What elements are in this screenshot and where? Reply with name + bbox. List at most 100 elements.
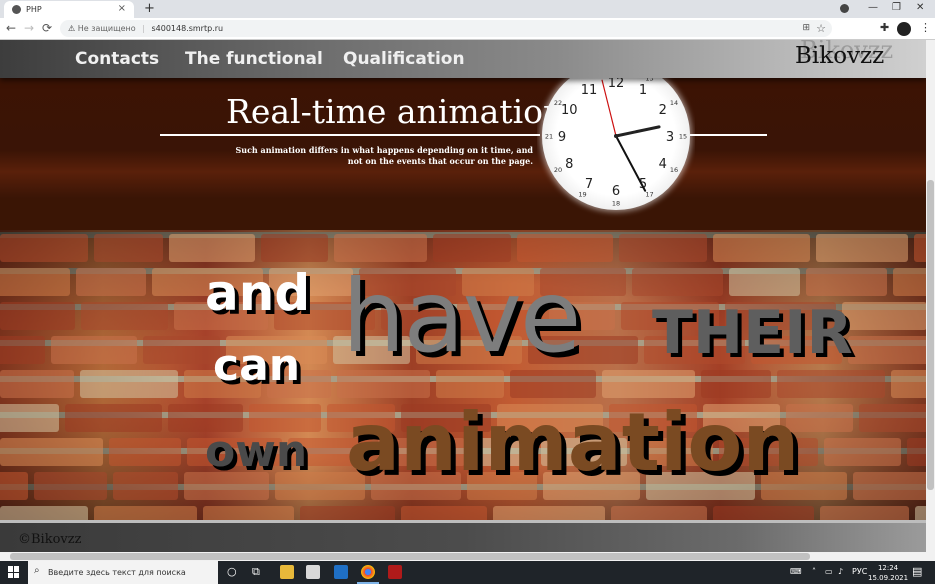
clock-24h-label: 14 bbox=[670, 99, 678, 107]
clock-hour-label: 5 bbox=[639, 177, 647, 192]
notifications-icon[interactable]: ▤ bbox=[912, 565, 922, 578]
brick bbox=[816, 234, 908, 262]
file-explorer-icon[interactable] bbox=[280, 565, 294, 579]
brick bbox=[0, 370, 74, 398]
brick bbox=[0, 302, 75, 330]
mail-icon[interactable] bbox=[334, 565, 348, 579]
analog-clock: 12 123456789101113141516171819202122 bbox=[540, 60, 692, 212]
reload-button[interactable]: ⟳ bbox=[42, 21, 52, 35]
brick bbox=[0, 234, 88, 262]
back-button[interactable]: ← bbox=[6, 21, 16, 35]
clock-hour-label: 9 bbox=[558, 130, 566, 145]
site-logo[interactable]: Bikovzz bbox=[795, 43, 884, 69]
brick bbox=[848, 336, 926, 364]
new-tab-button[interactable]: + bbox=[144, 1, 155, 16]
brick bbox=[169, 234, 255, 262]
chrome-icon[interactable] bbox=[361, 565, 375, 579]
windows-start-icon[interactable] bbox=[8, 566, 20, 578]
minimize-icon[interactable]: — bbox=[868, 2, 878, 13]
filezilla-icon[interactable] bbox=[388, 565, 402, 579]
task-view-icon[interactable]: ⧉ bbox=[252, 565, 260, 579]
taskbar-search[interactable]: ⌕ Введите здесь текст для поиска bbox=[28, 561, 218, 584]
brick bbox=[0, 404, 59, 432]
globe-icon bbox=[12, 5, 21, 14]
keyboard-icon[interactable]: ⌨ bbox=[790, 567, 802, 576]
clock-24h-label: 17 bbox=[645, 191, 653, 199]
horizontal-scrollbar[interactable] bbox=[0, 552, 935, 561]
taskbar-time: 12:24 bbox=[877, 564, 899, 572]
bookmark-star-icon[interactable]: ☆ bbox=[816, 20, 826, 37]
security-label[interactable]: Не защищено bbox=[78, 24, 136, 33]
volume-icon[interactable]: ♪ bbox=[838, 567, 843, 576]
menu-contacts[interactable]: Contacts bbox=[75, 49, 159, 69]
restore-icon[interactable]: ❐ bbox=[892, 2, 901, 13]
clock-hour-label: 6 bbox=[612, 184, 620, 199]
horizontal-scroll-thumb[interactable] bbox=[10, 553, 810, 560]
address-bar-row: ← → ⟳ ⚠ Не защищено | s400148.smrtp.ru ⊞… bbox=[0, 18, 935, 40]
brick bbox=[76, 268, 146, 296]
word-their: THEIR bbox=[652, 298, 853, 368]
chevron-up-icon[interactable]: ˄ bbox=[812, 567, 816, 576]
brick bbox=[713, 234, 810, 262]
hero-banner: Real-time animation Such animation diffe… bbox=[0, 78, 926, 198]
clock-hour-label: 1 bbox=[639, 83, 647, 98]
web-page: Contacts The functional Qualification Bi… bbox=[0, 40, 926, 552]
taskbar-clock[interactable]: 12:24 15.09.2021 bbox=[868, 563, 908, 583]
clock-hour-label: 11 bbox=[581, 83, 598, 98]
brick bbox=[914, 234, 926, 262]
brick bbox=[893, 268, 926, 296]
url-input[interactable]: ⚠ Не защищено | s400148.smrtp.ru ⊞ ☆ bbox=[60, 20, 832, 37]
tab-close-icon[interactable]: × bbox=[118, 3, 126, 14]
window-close-icon[interactable]: ✕ bbox=[916, 2, 924, 13]
brick bbox=[777, 370, 885, 398]
brick bbox=[80, 370, 178, 398]
extensions-icon[interactable]: ✚ bbox=[880, 21, 889, 34]
clock-24h-label: 19 bbox=[578, 191, 586, 199]
clock-hour-label: 8 bbox=[565, 157, 573, 172]
vertical-scroll-thumb[interactable] bbox=[927, 180, 934, 490]
brick bbox=[729, 268, 800, 296]
brick bbox=[51, 336, 137, 364]
brick bbox=[0, 336, 45, 364]
divider: | bbox=[142, 24, 145, 33]
browser-tab[interactable]: PHP × bbox=[4, 1, 134, 18]
vertical-scrollbar[interactable] bbox=[926, 40, 935, 552]
top-menu: Contacts The functional Qualification Bi… bbox=[0, 40, 926, 78]
brick bbox=[0, 438, 103, 466]
word-and: and bbox=[205, 264, 311, 322]
brick bbox=[619, 234, 707, 262]
hero-divider-left bbox=[160, 134, 540, 136]
brick bbox=[824, 438, 901, 466]
record-icon[interactable] bbox=[840, 4, 849, 13]
brick bbox=[853, 472, 926, 500]
store-icon[interactable] bbox=[306, 565, 320, 579]
hero-description: Such animation differs in what happens d… bbox=[235, 145, 533, 166]
brick bbox=[65, 404, 162, 432]
clock-24h-label: 16 bbox=[670, 166, 678, 174]
brick bbox=[806, 268, 887, 296]
menu-dots-icon[interactable]: ⋮ bbox=[920, 21, 931, 34]
word-own: own bbox=[205, 426, 308, 477]
language-indicator[interactable]: РУС bbox=[852, 567, 867, 576]
menu-qualification[interactable]: Qualification bbox=[343, 49, 465, 69]
brick bbox=[81, 302, 168, 330]
network-icon[interactable]: ▭ bbox=[825, 567, 833, 576]
brick bbox=[602, 370, 695, 398]
url-text: s400148.smrtp.ru bbox=[151, 24, 224, 33]
word-animation: animation bbox=[346, 396, 800, 489]
menu-the-functional[interactable]: The functional bbox=[185, 49, 323, 69]
brick bbox=[891, 370, 926, 398]
brick bbox=[907, 438, 926, 466]
profile-avatar[interactable] bbox=[897, 22, 911, 36]
clock-hour-label: 3 bbox=[666, 130, 674, 145]
brick bbox=[34, 472, 107, 500]
windows-taskbar: ⌕ Введите здесь текст для поиска ○ ⧉ ⌨ ˄… bbox=[0, 561, 935, 584]
forward-button[interactable]: → bbox=[24, 21, 34, 35]
clock-24h-label: 18 bbox=[612, 200, 620, 208]
tab-title: PHP bbox=[26, 5, 42, 14]
taskbar-search-placeholder: Введите здесь текст для поиска bbox=[48, 568, 186, 577]
clock-hour-label: 12 bbox=[608, 76, 625, 91]
translate-icon[interactable]: ⊞ bbox=[802, 20, 810, 37]
cortana-icon[interactable]: ○ bbox=[227, 565, 237, 578]
brick bbox=[632, 268, 723, 296]
